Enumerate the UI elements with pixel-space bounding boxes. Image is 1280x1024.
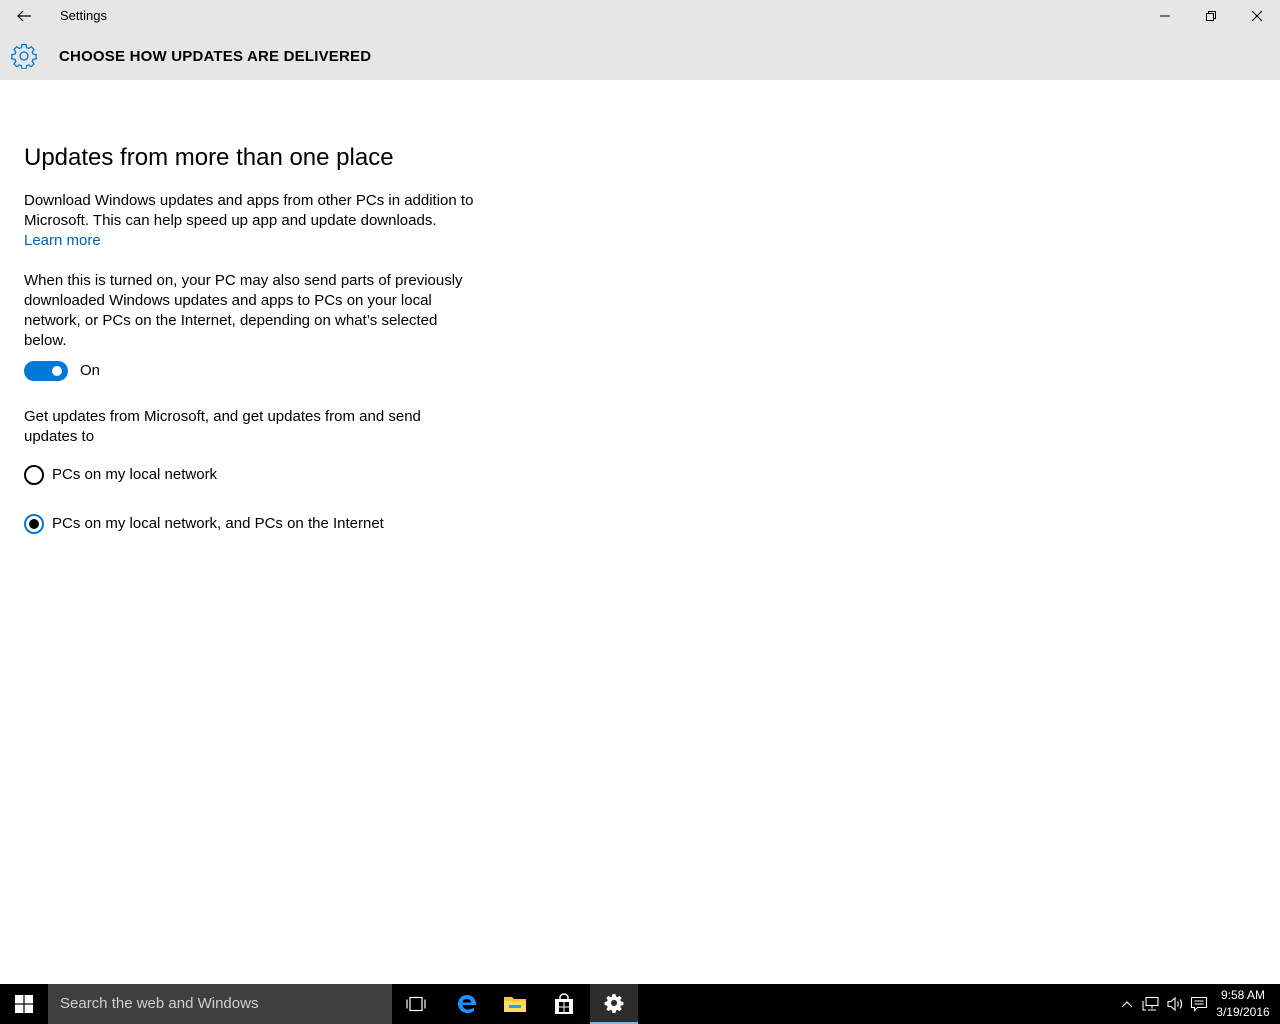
section-heading: Updates from more than one place	[24, 144, 394, 171]
speaker-icon	[1167, 996, 1183, 1012]
volume-tray-button[interactable]	[1164, 984, 1186, 1024]
radio-label: PCs on my local network, and PCs on the …	[52, 515, 384, 532]
radio-button-selected[interactable]	[24, 514, 44, 534]
settings-taskbar-button[interactable]	[590, 984, 638, 1024]
network-icon	[1142, 996, 1159, 1011]
toggle-knob	[52, 366, 62, 376]
back-button[interactable]	[8, 0, 40, 32]
task-view-button[interactable]	[392, 984, 440, 1024]
edge-icon	[458, 995, 476, 1013]
radio-button[interactable]	[24, 465, 44, 485]
network-tray-button[interactable]	[1140, 984, 1162, 1024]
toggle-state-label: On	[80, 362, 101, 379]
search-placeholder: Search the web and Windows	[60, 995, 259, 1012]
task-view-icon	[406, 996, 426, 1012]
back-arrow-icon	[17, 10, 31, 22]
gear-icon	[11, 43, 37, 69]
minimize-button[interactable]	[1142, 0, 1188, 32]
taskbar: Search the web and Windows 9:58 AM 3/19/…	[0, 984, 1280, 1024]
delivery-optimization-toggle[interactable]	[24, 361, 68, 381]
settings-gear-icon	[604, 994, 624, 1013]
source-prompt-text: Get updates from Microsoft, and get upda…	[24, 408, 421, 445]
minimize-icon	[1160, 15, 1170, 17]
radio-local-network[interactable]: PCs on my local network	[24, 465, 217, 485]
start-button[interactable]	[0, 984, 48, 1024]
restore-icon	[1206, 11, 1216, 21]
taskbar-search-box[interactable]: Search the web and Windows	[48, 984, 392, 1024]
chevron-up-icon	[1121, 1001, 1133, 1008]
folder-icon	[504, 997, 526, 1012]
store-bag-icon	[555, 993, 573, 1014]
window-title: Settings	[60, 8, 107, 23]
radio-dot	[29, 519, 39, 529]
page-header: CHOOSE HOW UPDATES ARE DELIVERED	[0, 32, 1280, 80]
restore-button[interactable]	[1188, 0, 1234, 32]
show-hidden-icons-button[interactable]	[1116, 984, 1138, 1024]
title-bar: Settings	[0, 0, 1280, 32]
file-explorer-button[interactable]	[491, 984, 539, 1024]
description-text: Download Windows updates and apps from o…	[24, 192, 474, 229]
close-button[interactable]	[1234, 0, 1280, 32]
windows-logo-icon	[15, 995, 33, 1013]
page-title: CHOOSE HOW UPDATES ARE DELIVERED	[59, 48, 372, 65]
close-icon	[1251, 10, 1263, 22]
store-button[interactable]	[540, 984, 588, 1024]
action-center-button[interactable]	[1188, 984, 1210, 1024]
radio-label: PCs on my local network	[52, 466, 218, 483]
notification-icon	[1190, 996, 1208, 1012]
clock-date: 3/19/2016	[1216, 1005, 1270, 1019]
learn-more-link[interactable]: Learn more	[24, 231, 101, 251]
explanation-text: When this is turned on, your PC may also…	[24, 272, 463, 349]
clock-time: 9:58 AM	[1220, 988, 1266, 1002]
taskbar-clock[interactable]: 9:58 AM 3/19/2016	[1210, 987, 1276, 1021]
edge-browser-button[interactable]	[443, 984, 491, 1024]
radio-local-and-internet[interactable]: PCs on my local network, and PCs on the …	[24, 514, 384, 534]
